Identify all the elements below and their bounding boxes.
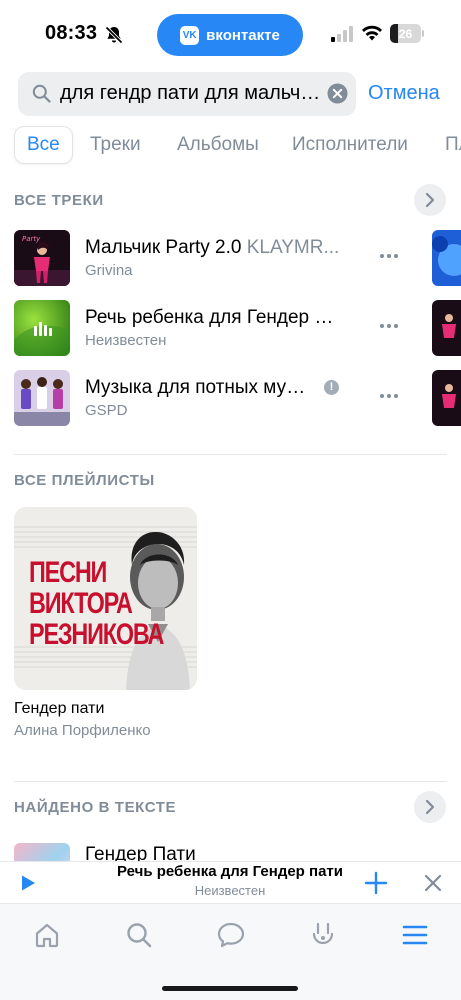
battery-level: 26 [398,26,413,41]
playlist-cover-image[interactable]: ПЕСНИ ВИКТОРА РЕЗНИКОВА [14,507,197,690]
home-indicator [162,986,298,991]
filter-tabs: Все Треки Альбомы Исполнители Пл [0,126,461,166]
status-bar: 08:33 VK вконтакте 26 [0,0,461,64]
chevron-right-icon [425,192,435,208]
track-artist: Неизвестен [85,332,167,349]
playlist-owner: Алина Порфиленко [14,722,151,739]
tab-albums[interactable]: Альбомы [177,126,259,164]
tab-tracks[interactable]: Треки [90,126,141,164]
next-column-cover-image[interactable] [432,230,461,286]
track-title: Мальчик Party 2.0 KLAYMR... [85,237,343,259]
chevron-right-icon [425,799,435,815]
mini-player-artist: Неизвестен [194,883,266,898]
search-query[interactable]: для гендр пати для мальчика [60,82,322,105]
wifi-icon [362,25,382,41]
messages-icon [217,922,245,948]
track-featuring: KLAYMR... [246,237,340,258]
section-title-tracks: Все треки [14,192,104,209]
tab-all[interactable]: Все [14,126,73,164]
track-cover-image [14,370,70,426]
show-all-tracks-button[interactable] [414,184,446,216]
nav-clips[interactable] [303,918,343,952]
search-icon [32,84,51,103]
home-icon [35,923,59,948]
more-options-icon[interactable] [380,394,400,400]
tab-playlists[interactable]: Пл [445,126,461,164]
mini-player[interactable]: Речь ребенка для Гендер пати Неизвестен [0,861,461,903]
section-title-playlists: Все плейлисты [14,472,155,489]
clips-icon [312,922,334,945]
track-cover-image [14,300,70,356]
play-icon[interactable] [21,874,36,892]
track-title: Музыка для потных мужиков [85,377,315,398]
nav-menu[interactable] [395,918,435,952]
section-divider [14,781,447,782]
search-icon [127,923,152,948]
more-options-icon[interactable] [380,324,400,330]
track-row[interactable]: Гендер Пати [0,843,461,863]
playlist-cover-title: ПЕСНИ ВИКТОРА РЕЗНИКОВА [29,556,164,651]
tab-artists[interactable]: Исполнители [292,126,408,164]
cellular-signal-icon [331,26,353,42]
track-row[interactable]: Речь ребенка для Гендер пати Неизвестен [0,300,461,360]
track-row[interactable]: Party Мальчик Party 2.0 KLAYMR... Grivin… [0,230,461,290]
vk-pill-label: вконтакте [206,26,280,44]
nav-messages[interactable] [211,918,251,952]
more-options-icon[interactable] [380,254,400,260]
cover-line: ВИКТОРА [29,587,133,620]
next-column-cover-image[interactable] [432,370,461,426]
bottom-navigation [0,903,461,1000]
add-icon[interactable] [364,871,388,895]
search-input[interactable]: для гендр пати для мальчика [18,72,356,116]
clear-search-icon[interactable] [327,83,348,104]
nav-home[interactable] [27,918,67,952]
next-column-cover-image[interactable] [432,300,461,356]
track-row[interactable]: Музыка для потных мужиков ! GSPD [0,370,461,430]
cover-line: РЕЗНИКОВА [29,618,164,651]
track-cover-image: Party [14,230,70,286]
close-icon[interactable] [423,873,443,893]
vk-logo-icon: VK [180,25,200,45]
track-artist: Grivina [85,262,133,279]
status-time: 08:33 [45,22,98,44]
show-all-lyrics-button[interactable] [414,791,446,823]
section-title-lyrics: Найдено в тексте [14,799,177,816]
search-row: для гендр пати для мальчика Отмена [0,72,461,116]
playlist-name[interactable]: Гендер пати [14,700,104,718]
track-title-text: Мальчик Party 2.0 [85,237,242,258]
explicit-badge-icon: ! [324,380,339,395]
svg-text:Party: Party [22,235,41,243]
track-cover-image [14,843,70,863]
section-divider [14,454,447,455]
mini-player-title: Речь ребенка для Гендер пати [117,863,343,880]
nav-search[interactable] [119,918,159,952]
battery-indicator: 26 [390,24,424,43]
vk-app-pill[interactable]: VK вконтакте [157,14,303,56]
cancel-button[interactable]: Отмена [368,82,440,105]
track-title: Речь ребенка для Гендер пати [85,307,343,328]
cover-line: ПЕСНИ [29,556,107,589]
menu-icon [402,925,428,945]
track-artist: GSPD [85,402,128,419]
bell-muted-icon [105,26,123,44]
